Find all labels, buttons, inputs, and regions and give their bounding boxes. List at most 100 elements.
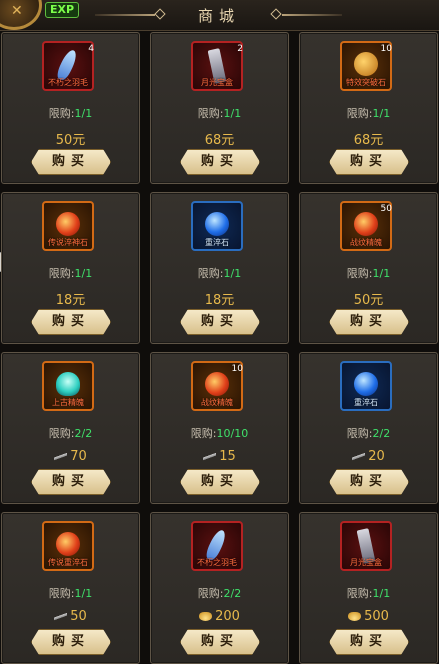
item-name: 重淬石 bbox=[205, 238, 229, 247]
shop-header: ✕ EXP 商城 bbox=[0, 0, 439, 31]
shop-item-card[interactable]: 传说淬神石 限购:1/1 18元 购买 bbox=[1, 192, 140, 344]
diamond-ornament-icon bbox=[270, 8, 282, 20]
shop-item-card[interactable]: 10 特效突破石限购:1/1 68元 购买 bbox=[299, 32, 438, 184]
shop-item-card[interactable]: 上古精魄 限购:2/2 70 购买 bbox=[1, 352, 140, 504]
buy-button[interactable]: 购买 bbox=[329, 469, 409, 495]
item-icon-frame[interactable]: 4 不朽之羽毛 bbox=[42, 41, 94, 91]
price-value: 50元 bbox=[353, 293, 384, 308]
item-icon-frame[interactable]: 重淬石 bbox=[340, 361, 392, 411]
item-name: 传说重淬石 bbox=[48, 558, 88, 567]
limit-label: 限购: bbox=[190, 427, 217, 440]
knife-currency-icon bbox=[54, 612, 68, 621]
knife-currency-icon bbox=[203, 452, 217, 461]
item-price: 50元 bbox=[2, 129, 139, 148]
item-icon-frame[interactable]: 10 战纹精魄 bbox=[191, 361, 243, 411]
buy-button[interactable]: 购买 bbox=[180, 469, 260, 495]
item-count: 10 bbox=[231, 364, 243, 374]
buy-button[interactable]: 购买 bbox=[329, 629, 409, 655]
limit-value: 1/1 bbox=[74, 587, 93, 600]
purchase-limit: 限购:2/2 bbox=[300, 425, 437, 441]
limit-label: 限购: bbox=[48, 427, 75, 440]
item-count: 4 bbox=[88, 44, 94, 54]
item-price: 500 bbox=[300, 609, 437, 624]
purchase-limit: 限购:1/1 bbox=[151, 265, 288, 281]
buy-button[interactable]: 购买 bbox=[180, 149, 260, 175]
item-name: 战纹精魄 bbox=[201, 398, 233, 407]
buy-button[interactable]: 购买 bbox=[329, 149, 409, 175]
buy-button[interactable]: 购买 bbox=[329, 309, 409, 335]
limit-label: 限购: bbox=[346, 427, 373, 440]
purchase-limit: 限购:1/1 bbox=[2, 105, 139, 121]
shop-item-card[interactable]: 50 战纹精魄 限购:1/1 50元 购买 bbox=[299, 192, 438, 344]
price-value: 68元 bbox=[204, 133, 235, 148]
shop-item-card[interactable]: 重淬石限购:1/1 18元 购买 bbox=[150, 192, 289, 344]
title-bar: 商城 bbox=[0, 4, 439, 26]
shop-item-card[interactable]: 4 不朽之羽毛限购:1/1 50元 购买 bbox=[1, 32, 140, 184]
purchase-limit: 限购:2/2 bbox=[2, 425, 139, 441]
fire-icon bbox=[354, 212, 378, 236]
item-name: 上古精魄 bbox=[52, 398, 84, 407]
limit-value: 1/1 bbox=[74, 267, 93, 280]
purchase-limit: 限购:10/10 bbox=[151, 425, 288, 441]
price-value: 50元 bbox=[55, 133, 86, 148]
item-price: 200 bbox=[151, 609, 288, 624]
buy-button[interactable]: 购买 bbox=[180, 629, 260, 655]
purchase-limit: 限购:1/1 bbox=[300, 105, 437, 121]
shop-item-card[interactable]: 月光宝盒限购:1/1 500 购买 bbox=[299, 512, 438, 664]
fire-icon bbox=[205, 372, 229, 396]
buy-button[interactable]: 购买 bbox=[31, 309, 111, 335]
item-icon-frame[interactable]: 10 特效突破石 bbox=[340, 41, 392, 91]
purchase-limit: 限购:1/1 bbox=[2, 265, 139, 281]
limit-value: 10/10 bbox=[216, 427, 249, 440]
limit-label: 限购: bbox=[346, 587, 373, 600]
shop-item-card[interactable]: 传说重淬石 限购:1/1 50 购买 bbox=[1, 512, 140, 664]
limit-value: 2/2 bbox=[74, 427, 93, 440]
limit-value: 1/1 bbox=[372, 107, 391, 120]
item-name: 特效突破石 bbox=[346, 78, 386, 87]
limit-value: 1/1 bbox=[223, 267, 242, 280]
price-value: 50 bbox=[70, 609, 87, 624]
limit-value: 2/2 bbox=[223, 587, 242, 600]
bluepearl-icon bbox=[205, 212, 229, 236]
item-icon-frame[interactable]: 不朽之羽毛 bbox=[191, 521, 243, 571]
price-value: 20 bbox=[368, 449, 385, 464]
item-icon-frame[interactable]: 传说重淬石 bbox=[42, 521, 94, 571]
item-price: 50元 bbox=[300, 289, 437, 308]
buy-button[interactable]: 购买 bbox=[31, 469, 111, 495]
item-name: 不朽之羽毛 bbox=[197, 558, 237, 567]
limit-value: 1/1 bbox=[223, 107, 242, 120]
buy-button[interactable]: 购买 bbox=[180, 309, 260, 335]
purchase-limit: 限购:2/2 bbox=[151, 585, 288, 601]
item-icon-frame[interactable]: 月光宝盒 bbox=[340, 521, 392, 571]
shop-item-card[interactable]: 重淬石限购:2/2 20 购买 bbox=[299, 352, 438, 504]
shop-item-card[interactable]: 不朽之羽毛限购:2/2 200 购买 bbox=[150, 512, 289, 664]
limit-label: 限购: bbox=[346, 267, 373, 280]
gold-ingot-icon bbox=[348, 612, 362, 621]
price-value: 18元 bbox=[204, 293, 235, 308]
cyanflame-icon bbox=[56, 372, 80, 396]
purchase-limit: 限购:1/1 bbox=[300, 585, 437, 601]
item-name: 月光宝盒 bbox=[201, 78, 233, 87]
item-name: 月光宝盒 bbox=[350, 558, 382, 567]
price-value: 68元 bbox=[353, 133, 384, 148]
fire-icon bbox=[56, 212, 80, 236]
item-icon-frame[interactable]: 上古精魄 bbox=[42, 361, 94, 411]
limit-value: 1/1 bbox=[372, 587, 391, 600]
item-count: 50 bbox=[380, 204, 392, 214]
price-value: 500 bbox=[364, 609, 389, 624]
item-icon-frame[interactable]: 传说淬神石 bbox=[42, 201, 94, 251]
buy-button[interactable]: 购买 bbox=[31, 149, 111, 175]
shop-item-card[interactable]: 10 战纹精魄 限购:10/10 15 购买 bbox=[150, 352, 289, 504]
limit-label: 限购: bbox=[48, 107, 75, 120]
item-icon-frame[interactable]: 50 战纹精魄 bbox=[340, 201, 392, 251]
shop-item-card[interactable]: 2 月光宝盒 限购:1/1 68元 购买 bbox=[150, 32, 289, 184]
limit-label: 限购: bbox=[197, 267, 224, 280]
item-icon-frame[interactable]: 2 月光宝盒 bbox=[191, 41, 243, 91]
knife-currency-icon bbox=[352, 452, 366, 461]
limit-value: 1/1 bbox=[74, 107, 93, 120]
buy-button[interactable]: 购买 bbox=[31, 629, 111, 655]
item-icon-frame[interactable]: 重淬石 bbox=[191, 201, 243, 251]
limit-label: 限购: bbox=[48, 267, 75, 280]
item-name: 重淬石 bbox=[354, 398, 378, 407]
item-name: 传说淬神石 bbox=[48, 238, 88, 247]
